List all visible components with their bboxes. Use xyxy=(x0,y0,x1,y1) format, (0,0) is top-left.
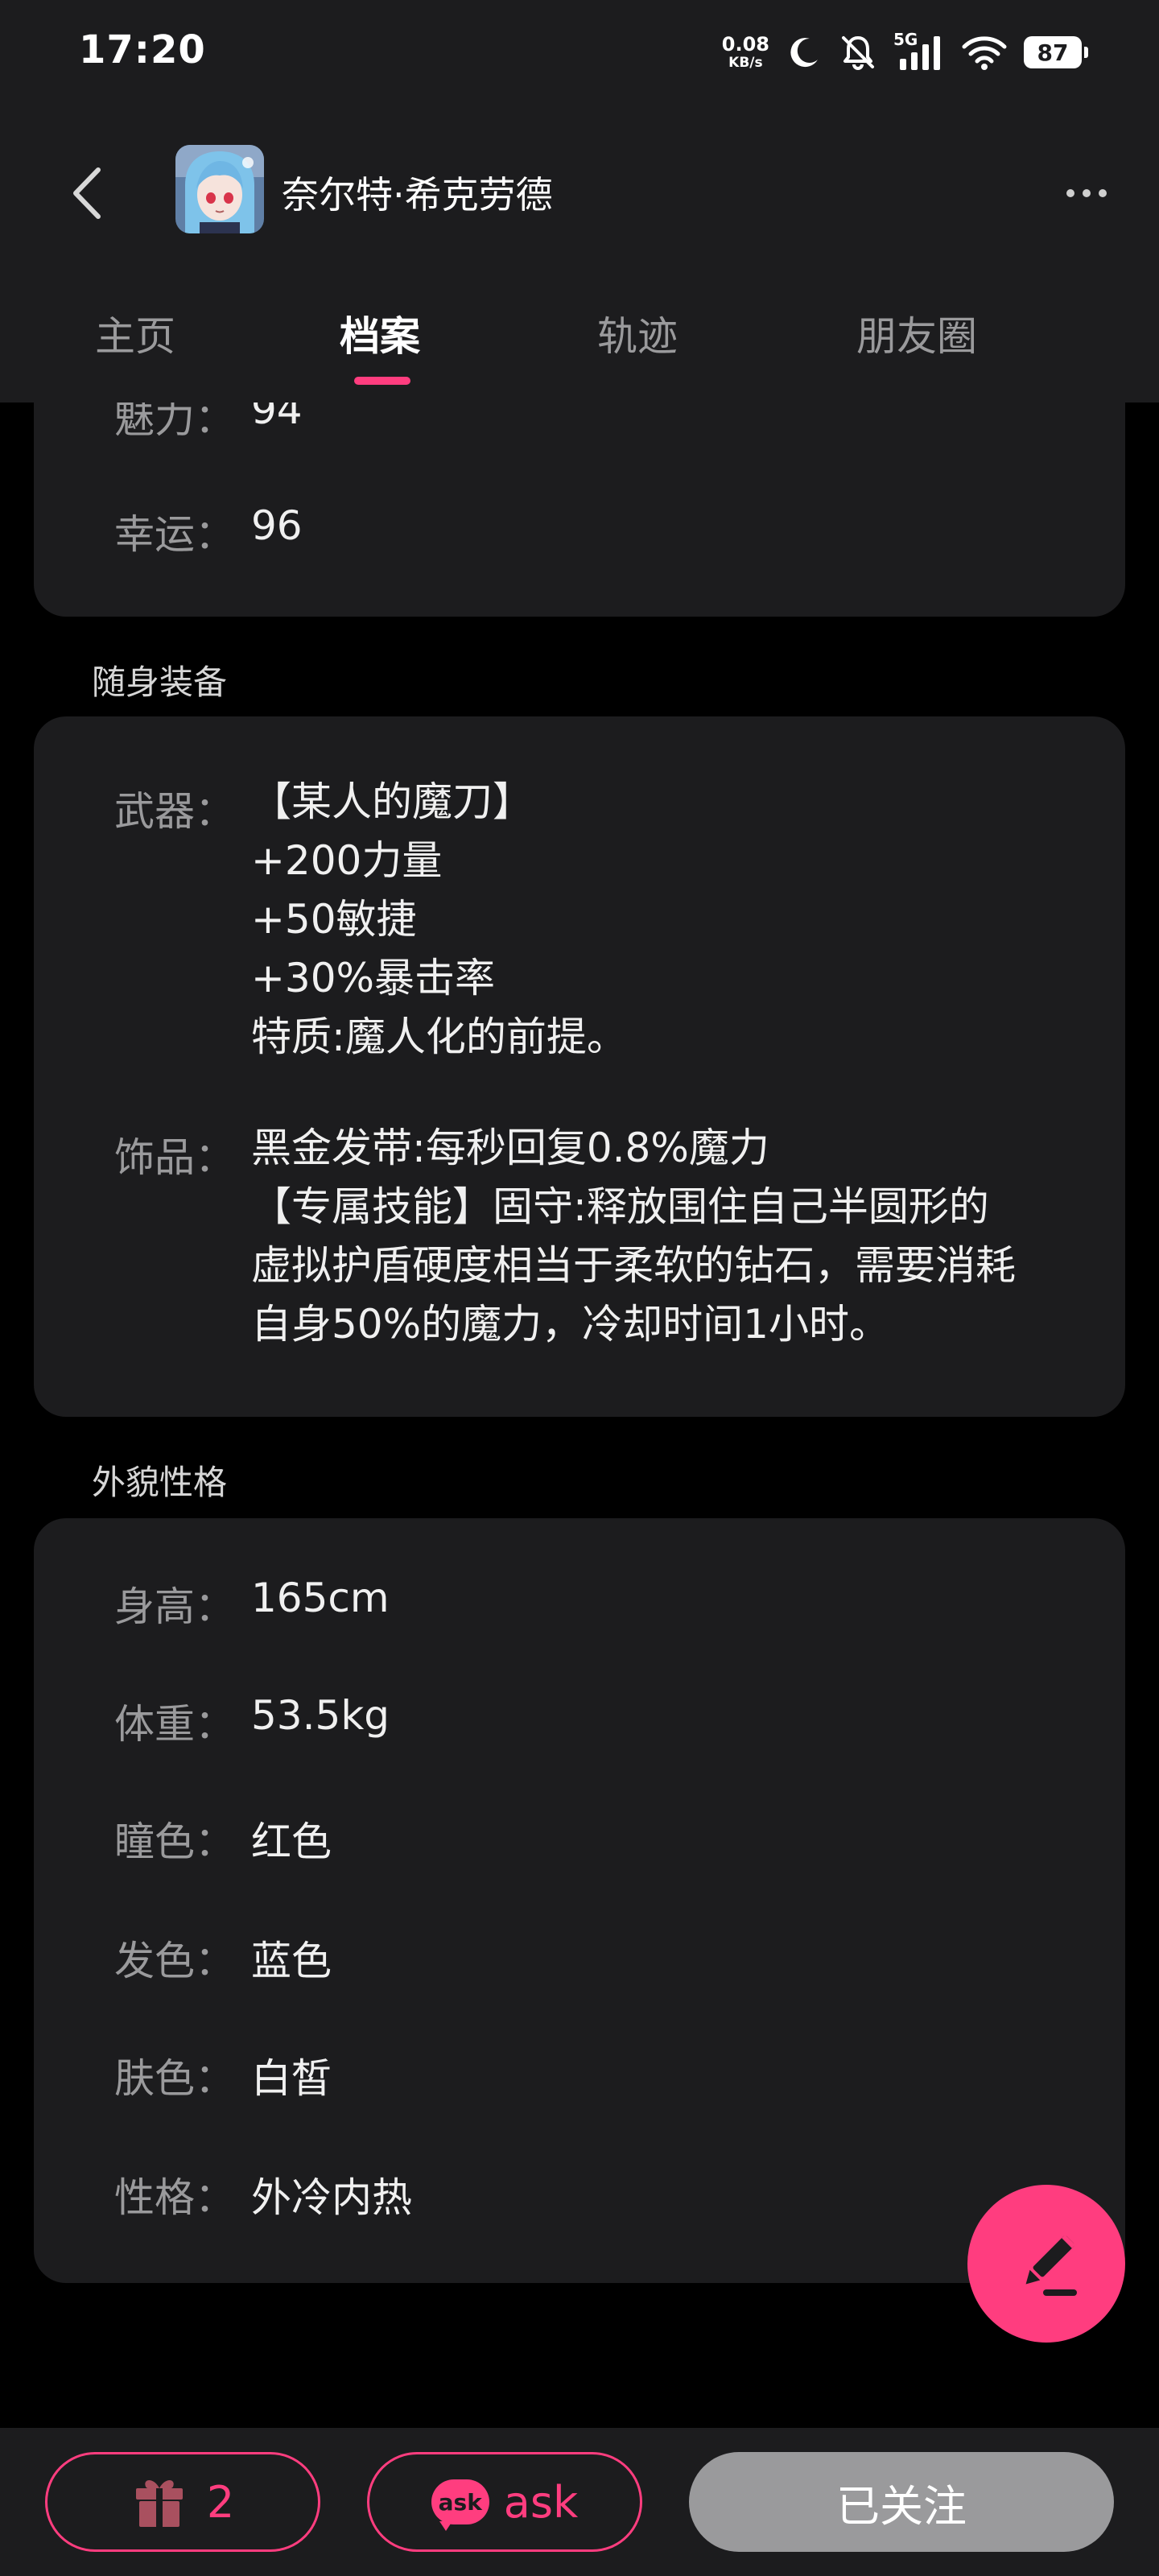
appearance-card: 身高： 165cm 体重： 53.5kg 瞳色： 红色 发色： 蓝色 肤色： 白… xyxy=(34,1518,1125,2283)
weapon-line: 特质:魔人化的前提。 xyxy=(251,1013,627,1060)
tab-trajectory[interactable]: 轨迹 xyxy=(597,304,678,362)
gift-button[interactable]: 2 xyxy=(45,2452,320,2552)
weapon-line: +30%暴击率 xyxy=(251,955,496,1001)
tab-moments[interactable]: 朋友圈 xyxy=(856,304,977,362)
bell-muted-icon xyxy=(842,36,874,70)
bottom-action-bar: 2 ask ask 已关注 xyxy=(0,2428,1159,2576)
personality-value: 外冷内热 xyxy=(251,2174,412,2221)
gift-count: 2 xyxy=(206,2476,235,2528)
ask-button[interactable]: ask ask xyxy=(367,2452,642,2552)
status-time: 17:20 xyxy=(79,27,206,72)
more-options-button[interactable] xyxy=(1054,161,1119,225)
avatar[interactable] xyxy=(175,145,264,233)
top-chrome: 17:20 0.08 KB/s 5G 87 奈尔特·希克劳德 主页 档案 轨迹 … xyxy=(0,0,1159,402)
equipment-card: 武器： 【某人的魔刀】 +200力量 +50敏捷 +30%暴击率 特质:魔人化的… xyxy=(34,716,1125,1417)
skin-color-value: 白皙 xyxy=(251,2055,332,2102)
weight-label: 体重： xyxy=(114,1701,235,1748)
net-speed: 0.08 KB/s xyxy=(722,35,769,70)
wifi-icon xyxy=(962,36,1007,70)
stat-label-luck: 幸运： xyxy=(114,511,235,558)
edit-pencil-icon xyxy=(1025,2234,1077,2296)
weapon-line: +200力量 xyxy=(251,837,443,884)
edit-fab-button[interactable] xyxy=(967,2185,1125,2343)
skin-color-label: 肤色： xyxy=(114,2055,235,2102)
height-value: 165cm xyxy=(251,1575,390,1621)
header-bar: 奈尔特·希克劳德 xyxy=(0,137,1159,242)
battery-icon: 87 xyxy=(1024,36,1088,68)
ask-bubble-icon: ask xyxy=(431,2479,489,2531)
back-arrow-icon xyxy=(73,167,101,219)
more-dots-icon xyxy=(1066,189,1074,197)
tab-bar: 主页 档案 轨迹 朋友圈 xyxy=(0,290,1159,386)
weapon-label: 武器： xyxy=(114,788,235,835)
follow-button[interactable]: 已关注 xyxy=(689,2452,1114,2552)
weapon-line: +50敏捷 xyxy=(251,896,417,943)
moon-icon xyxy=(790,38,818,68)
net-speed-unit: KB/s xyxy=(728,55,763,71)
accessory-label: 饰品： xyxy=(114,1134,235,1181)
accessory-details: 黑金发带:每秒回复0.8%魔力 【专属技能】固守:释放围住自己半圆形的 虚拟护盾… xyxy=(251,1119,1016,1354)
weight-value: 53.5kg xyxy=(251,1692,390,1739)
section-title-equipment: 随身装备 xyxy=(92,663,228,702)
net-speed-value: 0.08 xyxy=(721,33,769,56)
height-label: 身高： xyxy=(114,1583,235,1630)
personality-label: 性格： xyxy=(114,2174,235,2221)
accessory-line: 黑金发带:每秒回复0.8%魔力 xyxy=(251,1125,769,1171)
more-dots-icon xyxy=(1083,189,1091,197)
tab-profile[interactable]: 档案 xyxy=(340,304,420,362)
signal-icon: 5G xyxy=(893,30,945,72)
eye-color-value: 红色 xyxy=(251,1818,332,1865)
ask-label: ask xyxy=(503,2476,579,2528)
profile-name: 奈尔特·希克劳德 xyxy=(282,173,553,217)
active-tab-indicator xyxy=(354,377,410,385)
section-title-appearance: 外貌性格 xyxy=(92,1463,228,1502)
status-icons: 0.08 KB/s 5G 87 xyxy=(722,29,1088,76)
gift-icon xyxy=(135,2480,183,2527)
tab-home[interactable]: 主页 xyxy=(95,304,175,362)
stat-value-luck: 96 xyxy=(251,502,303,549)
accessory-line: 【专属技能】固守:释放围住自己半圆形的 xyxy=(251,1183,989,1230)
avatar-image xyxy=(175,145,264,233)
eye-color-label: 瞳色： xyxy=(114,1818,235,1865)
more-dots-icon xyxy=(1099,189,1107,197)
hair-color-value: 蓝色 xyxy=(251,1938,332,1984)
weapon-line: 【某人的魔刀】 xyxy=(251,778,533,825)
hair-color-label: 发色： xyxy=(114,1938,235,1984)
accessory-line: 虚拟护盾硬度相当于柔软的钻石，需要消耗 xyxy=(251,1242,1016,1289)
accessory-line: 自身50%的魔力，冷却时间1小时。 xyxy=(251,1301,889,1348)
weapon-details: 【某人的魔刀】 +200力量 +50敏捷 +30%暴击率 特质:魔人化的前提。 xyxy=(251,773,627,1067)
back-button[interactable] xyxy=(56,161,121,225)
